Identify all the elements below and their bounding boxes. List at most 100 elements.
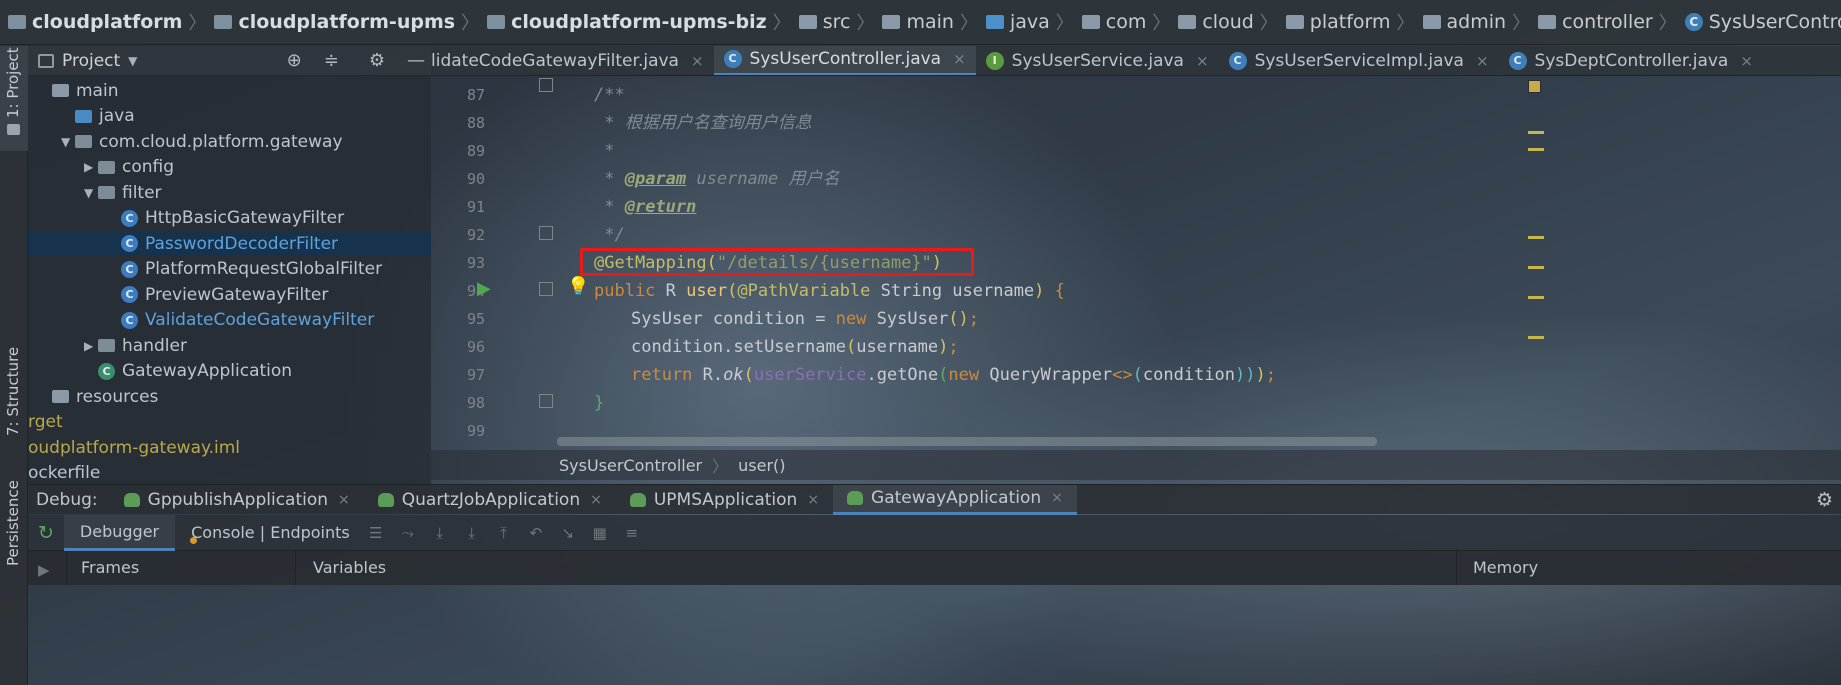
crumb-com[interactable]: com 〉 xyxy=(1081,9,1179,35)
tree-item[interactable]: ▶ handler xyxy=(28,333,431,358)
tree-item[interactable]: C PasswordDecoderFilter xyxy=(28,231,431,256)
line-number: 90 xyxy=(466,170,485,188)
drop-frame-icon[interactable]: ↶ xyxy=(528,525,544,541)
tree-item[interactable]: C GatewayApplication xyxy=(28,359,431,384)
tree-item-label: HttpBasicGatewayFilter xyxy=(145,208,345,228)
editor-tab[interactable]: I SysUserService.java × xyxy=(976,46,1219,75)
close-icon[interactable]: × xyxy=(953,50,966,68)
collapse-arrow-icon[interactable]: ▶ xyxy=(84,160,98,174)
warning-stripe[interactable] xyxy=(1528,336,1544,339)
close-icon[interactable]: × xyxy=(338,492,350,508)
code-line-87: /** xyxy=(594,85,625,105)
tree-item[interactable]: ockerfile xyxy=(28,461,431,486)
close-icon[interactable]: × xyxy=(1476,52,1489,70)
tree-item[interactable]: java xyxy=(28,104,431,129)
editor-tab[interactable]: lidateCodeGatewayFilter.java × xyxy=(431,46,714,75)
expand-arrow-icon[interactable]: ▼ xyxy=(84,186,98,200)
editor-tab[interactable]: C SysUserController.java × xyxy=(713,46,976,75)
memory-pane[interactable]: Memory xyxy=(1456,551,1613,585)
menu-icon[interactable]: ☰ xyxy=(368,525,384,541)
crumb-cloudplatform-upms[interactable]: cloudplatform-upms 〉 xyxy=(214,9,487,35)
run-to-cursor-icon[interactable]: ↘ xyxy=(560,525,576,541)
horizontal-scrollbar[interactable] xyxy=(557,437,1377,446)
hide-panel-icon[interactable]: — xyxy=(407,50,425,71)
crumb-sysusercontroller[interactable]: CSysUserController xyxy=(1684,11,1841,33)
code-line-88: * 根据用户名查询用户信息 xyxy=(594,113,812,133)
crumb-controller[interactable]: controller 〉 xyxy=(1538,9,1685,35)
persistence-tool-tab[interactable]: Persistence xyxy=(0,446,28,576)
tree-item[interactable]: main xyxy=(28,78,431,103)
package-icon xyxy=(98,186,115,199)
tab-debugger[interactable]: Debugger xyxy=(63,514,176,551)
tree-item-label: oudplatform-gateway.iml xyxy=(28,437,241,458)
close-icon[interactable]: × xyxy=(590,492,602,508)
variables-pane: Variables xyxy=(313,558,387,577)
close-icon[interactable]: × xyxy=(691,52,704,70)
close-icon[interactable]: × xyxy=(1051,490,1063,506)
tree-item[interactable]: rget xyxy=(28,410,431,435)
evaluate-icon[interactable]: ▦ xyxy=(592,525,608,541)
line-number: 88 xyxy=(466,114,485,132)
editor-tab[interactable]: C SysDeptController.java × xyxy=(1499,46,1763,75)
warning-stripe[interactable] xyxy=(1528,266,1544,269)
step-into-icon[interactable]: ⤓ xyxy=(464,525,480,541)
code-crumb-class[interactable]: SysUserController xyxy=(559,456,702,475)
warning-stripe[interactable] xyxy=(1528,131,1544,134)
crumb-admin[interactable]: admin 〉 xyxy=(1422,9,1539,35)
resume-icon[interactable]: ▶ xyxy=(38,561,50,579)
run-gutter-icon[interactable]: ▶ xyxy=(477,278,491,299)
close-icon[interactable]: × xyxy=(807,492,819,508)
chevron-down-icon[interactable]: ▼ xyxy=(128,54,137,68)
rerun-icon[interactable]: ↻ xyxy=(38,522,54,544)
crumb-platform[interactable]: platform 〉 xyxy=(1285,9,1423,35)
gear-icon[interactable]: ⚙ xyxy=(1816,489,1833,511)
step-over-icon[interactable]: ⤓ xyxy=(432,525,448,541)
trace-icon[interactable]: ≡ xyxy=(624,525,640,541)
close-icon[interactable]: × xyxy=(1740,52,1753,70)
class-icon: C xyxy=(1228,51,1247,70)
tree-item[interactable]: C ValidateCodeGatewayFilter xyxy=(28,308,431,333)
tree-item-label: java xyxy=(99,106,135,126)
code-line-95: SysUser condition = new SysUser(); xyxy=(631,309,980,329)
crumb-java[interactable]: java 〉 xyxy=(985,9,1082,35)
locate-icon[interactable]: ⊕ xyxy=(287,50,302,71)
tree-item[interactable]: oudplatform-gateway.iml xyxy=(28,435,431,460)
tree-item[interactable]: ▼ filter xyxy=(28,180,431,205)
tree-item[interactable]: ▼ com.cloud.platform.gateway xyxy=(28,129,431,154)
expand-arrow-icon[interactable]: ▼ xyxy=(61,135,75,149)
tree-item[interactable]: C PlatformRequestGlobalFilter xyxy=(28,257,431,282)
crumb-main[interactable]: main 〉 xyxy=(882,9,985,35)
tree-item[interactable]: resources xyxy=(28,384,431,409)
warning-stripe[interactable] xyxy=(1528,296,1544,299)
project-tool-tab[interactable]: 1: Project xyxy=(0,46,28,151)
debug-session-label: GatewayApplication xyxy=(871,488,1042,508)
collapse-all-icon[interactable]: ≑ xyxy=(324,50,339,71)
tree-item[interactable]: ▶ config xyxy=(28,155,431,180)
show-execution-point-icon[interactable]: ⤳ xyxy=(400,525,416,541)
close-icon[interactable]: × xyxy=(1196,52,1209,70)
gear-icon[interactable]: ⚙ xyxy=(369,50,385,71)
crumb-cloud[interactable]: cloud 〉 xyxy=(1178,9,1285,35)
crumb-cloudplatform-upms-biz[interactable]: cloudplatform-upms-biz 〉 xyxy=(487,9,799,35)
tree-item[interactable]: C HttpBasicGatewayFilter xyxy=(28,206,431,231)
step-out-icon[interactable]: ⤒ xyxy=(496,525,512,541)
line-number: 89 xyxy=(466,142,485,160)
debug-session-tab[interactable]: QuartzJobApplication × xyxy=(364,485,616,515)
error-stripe xyxy=(1496,76,1841,448)
inspection-status-icon[interactable] xyxy=(1528,80,1541,93)
collapse-arrow-icon[interactable]: ▶ xyxy=(84,339,98,353)
editor-tab[interactable]: C SysUserServiceImpl.java × xyxy=(1219,46,1499,75)
crumb-cloudplatform[interactable]: cloudplatform 〉 xyxy=(8,9,214,35)
project-view-select[interactable]: Project xyxy=(62,51,120,71)
code-crumb-method[interactable]: user() xyxy=(738,456,785,475)
warning-stripe[interactable] xyxy=(1528,148,1544,151)
warning-stripe[interactable] xyxy=(1528,236,1544,239)
debug-session-tab[interactable]: GppublishApplication × xyxy=(110,485,364,515)
package-icon xyxy=(75,135,92,148)
debug-session-tab[interactable]: UPMSApplication × xyxy=(616,485,833,515)
structure-tool-tab[interactable]: 7: Structure xyxy=(0,316,28,446)
crumb-src[interactable]: src 〉 xyxy=(798,9,883,35)
tree-item[interactable]: C PreviewGatewayFilter xyxy=(28,282,431,307)
tab-console-endpoints[interactable]: Console | Endpoints xyxy=(175,515,360,551)
debug-session-tab[interactable]: GatewayApplication × xyxy=(833,484,1077,515)
